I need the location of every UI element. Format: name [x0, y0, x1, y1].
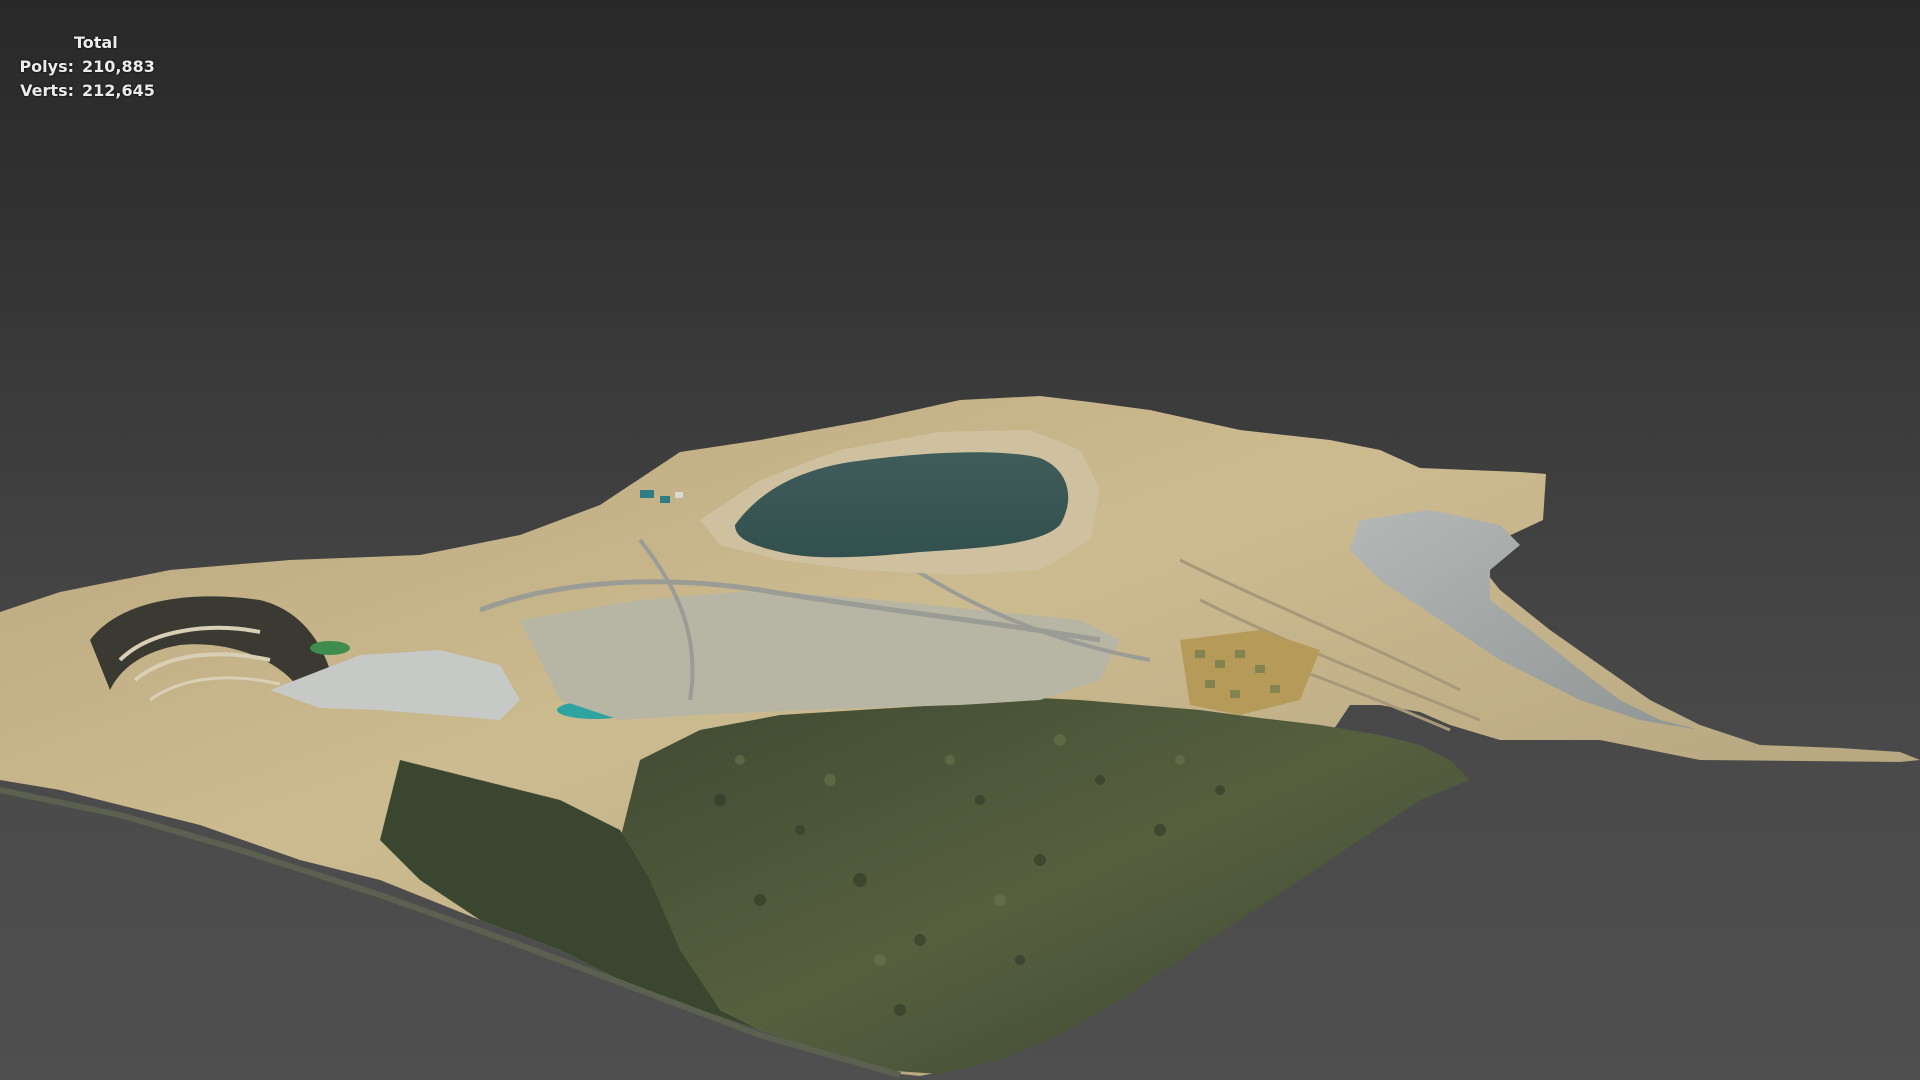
green-pond: [310, 641, 350, 655]
forest-slope: [620, 698, 1470, 1074]
3d-viewport[interactable]: Total Polys: 210,883 Verts: 212,645: [0, 0, 1920, 1080]
terrain-mesh[interactable]: [0, 0, 1920, 1080]
